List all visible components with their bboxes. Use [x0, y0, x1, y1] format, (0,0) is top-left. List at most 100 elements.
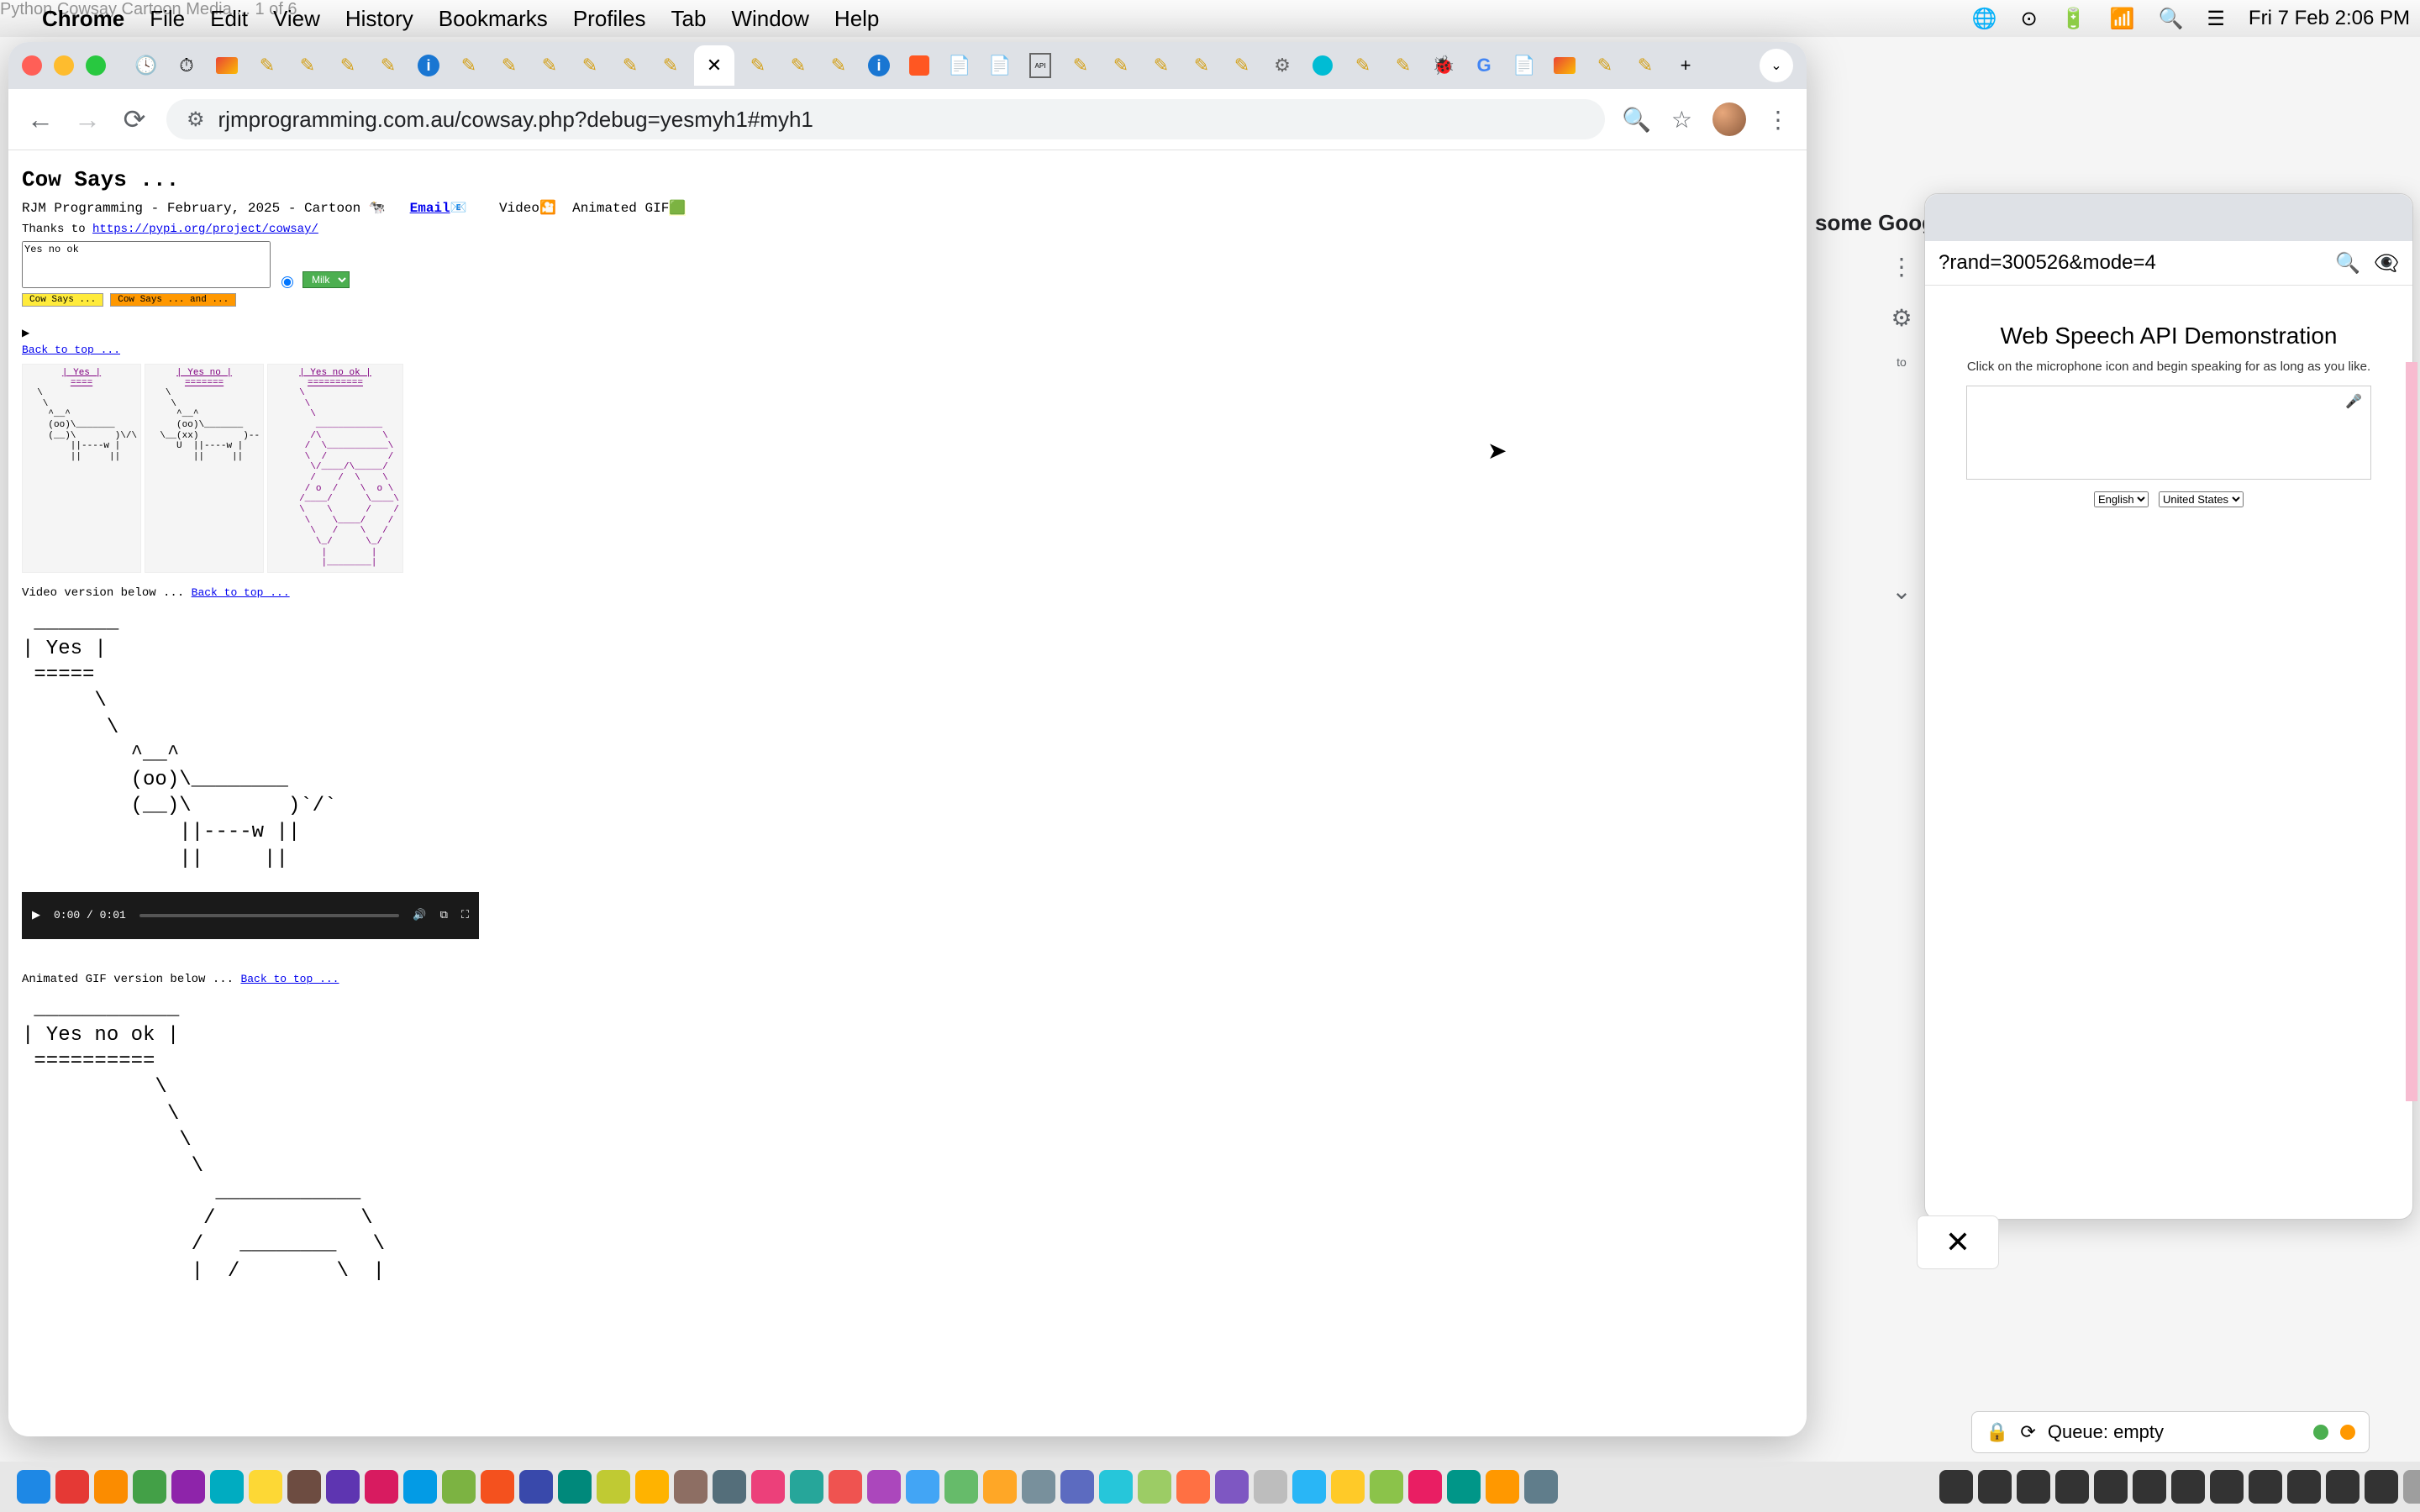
tab-4[interactable]: ✎	[250, 49, 284, 82]
dock-app[interactable]	[1215, 1470, 1249, 1504]
globe-icon[interactable]: 🌐	[1972, 7, 1997, 31]
menu-bookmarks[interactable]: Bookmarks	[439, 6, 548, 32]
tab-20[interactable]: 📄	[943, 49, 976, 82]
bg-zoom-icon[interactable]: 🔍	[2335, 251, 2360, 276]
tab-26[interactable]: ✎	[1185, 49, 1218, 82]
cow-says-button[interactable]: Cow Says ...	[22, 293, 103, 307]
dock-app[interactable]	[906, 1470, 939, 1504]
tab-10[interactable]: ✎	[492, 49, 526, 82]
dock-app[interactable]	[1447, 1470, 1481, 1504]
menu-window[interactable]: Window	[731, 6, 808, 32]
tab-25[interactable]: ✎	[1144, 49, 1178, 82]
dock-app[interactable]	[2210, 1470, 2244, 1504]
zoom-icon[interactable]: 🔍	[1622, 106, 1651, 134]
dock-app[interactable]	[2365, 1470, 2398, 1504]
forward-button[interactable]: →	[72, 104, 103, 134]
dock-app[interactable]	[287, 1470, 321, 1504]
dock-app[interactable]	[1060, 1470, 1094, 1504]
dock-app[interactable]	[2326, 1470, 2360, 1504]
tab-2[interactable]: ⏱	[170, 49, 203, 82]
tab-34[interactable]: 📄	[1507, 49, 1541, 82]
pip-icon[interactable]: ⧉	[440, 909, 448, 921]
dock-app[interactable]	[2287, 1470, 2321, 1504]
menu-profiles[interactable]: Profiles	[573, 6, 646, 32]
clock[interactable]: Fri 7 Feb 2:06 PM	[2249, 7, 2410, 30]
wifi-icon[interactable]: 📶	[2110, 7, 2135, 31]
bg-gear-icon[interactable]: ⚙	[1891, 304, 1912, 332]
tab-36[interactable]: ✎	[1588, 49, 1622, 82]
tab-21[interactable]: 📄	[983, 49, 1017, 82]
tab-1[interactable]: 🕓	[129, 49, 163, 82]
close-tab-icon[interactable]: ✕	[707, 55, 722, 76]
menu-help[interactable]: Help	[834, 6, 879, 32]
dock-app[interactable]	[1099, 1470, 1133, 1504]
tab-active[interactable]: ✕	[694, 45, 734, 86]
minimize-window-button[interactable]	[54, 55, 74, 76]
tab-12[interactable]: ✎	[573, 49, 607, 82]
pypi-link[interactable]: https://pypi.org/project/cowsay/	[92, 223, 318, 236]
control-center-icon[interactable]: ☰	[2207, 7, 2225, 31]
dock-app[interactable]	[365, 1470, 398, 1504]
tab-35[interactable]	[1548, 49, 1581, 82]
video-scrubber[interactable]	[139, 914, 400, 917]
tab-15[interactable]: ✎	[741, 49, 775, 82]
dock-app[interactable]	[519, 1470, 553, 1504]
close-window-button[interactable]	[22, 55, 42, 76]
dock-app[interactable]	[1292, 1470, 1326, 1504]
tab-32[interactable]: 🐞	[1427, 49, 1460, 82]
mode-select[interactable]: Milk	[302, 271, 350, 288]
tab-37[interactable]: ✎	[1628, 49, 1662, 82]
dock-app[interactable]	[1331, 1470, 1365, 1504]
tab-27[interactable]: ✎	[1225, 49, 1259, 82]
dock-app[interactable]	[1138, 1470, 1171, 1504]
dock-app[interactable]	[2055, 1470, 2089, 1504]
dock-app[interactable]	[790, 1470, 823, 1504]
dock-app[interactable]	[326, 1470, 360, 1504]
dock-app[interactable]	[403, 1470, 437, 1504]
email-link[interactable]: Email	[410, 201, 450, 216]
tab-16[interactable]: ✎	[781, 49, 815, 82]
bg-close-button[interactable]: ✕	[1917, 1215, 1999, 1269]
play-icon[interactable]: ▶	[32, 909, 40, 921]
dock-app[interactable]	[635, 1470, 669, 1504]
tab-13[interactable]: ✎	[613, 49, 647, 82]
dock-app[interactable]	[2094, 1470, 2128, 1504]
tab-3[interactable]	[210, 49, 244, 82]
refresh-icon[interactable]: ⟳	[2020, 1421, 2035, 1443]
fullscreen-icon[interactable]: ⛶	[461, 909, 469, 921]
new-tab-button[interactable]: +	[1669, 49, 1702, 82]
dock-app[interactable]	[829, 1470, 862, 1504]
dock-app[interactable]	[2017, 1470, 2050, 1504]
bg-incognito-icon[interactable]: 👁‍🗨	[2374, 251, 2399, 276]
dock-app[interactable]	[171, 1470, 205, 1504]
dock-app[interactable]	[1939, 1470, 1973, 1504]
tab-30[interactable]: ✎	[1346, 49, 1380, 82]
tab-14[interactable]: ✎	[654, 49, 687, 82]
tab-6[interactable]: ✎	[331, 49, 365, 82]
tab-29[interactable]	[1306, 49, 1339, 82]
dock-app[interactable]	[674, 1470, 708, 1504]
play-icon[interactable]: ⊙	[2021, 7, 2038, 31]
dock-app[interactable]	[867, 1470, 901, 1504]
tab-8[interactable]: i	[412, 49, 445, 82]
volume-icon[interactable]: 🔊	[413, 909, 426, 921]
dock-app[interactable]	[1370, 1470, 1403, 1504]
dock-app[interactable]	[597, 1470, 630, 1504]
dock-app[interactable]	[481, 1470, 514, 1504]
profile-avatar[interactable]	[1712, 102, 1746, 136]
reload-button[interactable]: ⟳	[119, 104, 150, 134]
tab-33[interactable]: G	[1467, 49, 1501, 82]
back-to-top-link-1[interactable]: Back to top ...	[22, 344, 120, 356]
site-settings-icon[interactable]: ⚙	[187, 108, 205, 132]
maximize-window-button[interactable]	[86, 55, 106, 76]
mode-radio[interactable]	[281, 276, 293, 288]
tab-19[interactable]	[902, 49, 936, 82]
menu-tab[interactable]: Tab	[671, 6, 707, 32]
dock-app[interactable]	[17, 1470, 50, 1504]
tab-24[interactable]: ✎	[1104, 49, 1138, 82]
tab-7[interactable]: ✎	[371, 49, 405, 82]
kebab-menu-icon[interactable]: ⋮	[1766, 106, 1790, 134]
microphone-icon[interactable]: 🎤	[2345, 393, 2362, 410]
tab-search-button[interactable]: ⌄	[1760, 49, 1793, 82]
dock-app[interactable]	[983, 1470, 1017, 1504]
